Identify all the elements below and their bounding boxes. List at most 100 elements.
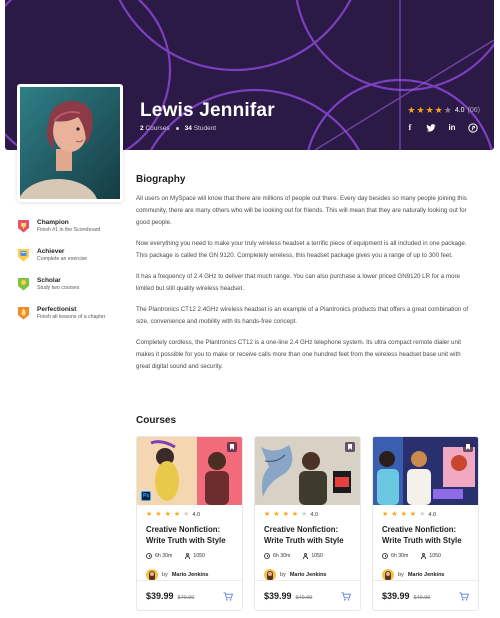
- linkedin-icon[interactable]: in: [447, 123, 457, 133]
- star-icon: ★: [164, 511, 171, 518]
- star-icon: ★: [416, 105, 425, 115]
- star-icon: ★: [173, 511, 181, 518]
- course-title[interactable]: Creative Nonfiction: Write Truth with St…: [264, 524, 352, 546]
- scholar-badge-icon: [18, 278, 29, 291]
- rating-stars: ★ ★ ★ ★ ★: [407, 106, 451, 115]
- star-icon: ★: [391, 511, 398, 518]
- students-count: 34: [184, 125, 192, 132]
- trophy-badge-icon: [18, 220, 29, 233]
- achievement-description: Finish all lessons of a chapter: [37, 314, 106, 320]
- star-icon: ★: [282, 511, 289, 518]
- old-price: $49.99: [177, 595, 195, 601]
- author-name[interactable]: Mario Jenkins: [290, 572, 327, 578]
- rating-value: 4.0: [454, 107, 465, 114]
- cart-icon[interactable]: [341, 592, 351, 601]
- course-meta: 6h 30m 1050: [264, 553, 360, 559]
- course-rating-value: 4.0: [310, 511, 319, 518]
- achievement-scholar: Scholar Study two courses: [17, 277, 127, 292]
- course-thumbnail[interactable]: [373, 437, 478, 505]
- course-duration: 6h 30m: [155, 553, 173, 559]
- course-title[interactable]: Creative Nonfiction: Write Truth with St…: [146, 524, 234, 546]
- cart-icon[interactable]: [459, 592, 469, 601]
- star-icon: ★: [155, 511, 162, 518]
- instructor-rating: ★ ★ ★ ★ ★ 4.0 (06): [407, 106, 480, 115]
- stats-separator: [175, 127, 179, 130]
- author-prefix: by: [162, 572, 168, 578]
- current-price: $39.99: [382, 591, 410, 601]
- course-card[interactable]: Ps ★ ★ ★ ★ ★ 4.0 Creative Nonfiction: Write …: [136, 436, 243, 611]
- star-icon: ★: [409, 511, 417, 518]
- course-card[interactable]: ★ ★ ★ ★ ★ 4.0 Creative Nonfiction: Write Tru…: [254, 436, 361, 611]
- biography-text: All users on MySpace will know that ther…: [136, 193, 471, 382]
- user-icon: [420, 553, 426, 559]
- clock-icon: [382, 553, 388, 559]
- star-icon: ★: [425, 105, 434, 115]
- star-icon: ★: [291, 511, 299, 518]
- achievements-list: Champion Finish #1 in the Scoreboard Ach…: [17, 219, 127, 335]
- course-price: $39.99 $49.99: [264, 591, 312, 601]
- course-rating: ★ ★ ★ ★ ★ 4.0: [264, 511, 360, 518]
- course-price: $39.99 $49.99: [382, 591, 430, 601]
- biography-paragraph: The Plantronics CT12 2.4GHz wireless hea…: [136, 306, 469, 325]
- achievement-description: Complete an exercise: [37, 256, 88, 262]
- course-rating-value: 4.0: [428, 511, 437, 518]
- achievement-description: Finish #1 in the Scoreboard: [37, 227, 101, 233]
- star-icon: ★: [382, 511, 389, 518]
- students-label: Student: [193, 125, 217, 132]
- course-rating-value: 4.0: [192, 511, 201, 518]
- achievement-achiever: Achiever Complete an exercise: [17, 248, 127, 263]
- current-price: $39.99: [146, 591, 174, 601]
- course-students: 1050: [311, 553, 323, 559]
- courses-label: Courses: [145, 125, 170, 132]
- achievement-perfectionist: Perfectionist Finish all lessons of a ch…: [17, 306, 127, 321]
- twitter-icon[interactable]: [426, 123, 436, 133]
- course-rating: ★ ★ ★ ★ ★ 4.0: [382, 511, 478, 518]
- course-title[interactable]: Creative Nonfiction: Write Truth with St…: [382, 524, 470, 546]
- biography-paragraph: Now everything you need to make your tru…: [136, 240, 467, 259]
- card-divider: [373, 580, 478, 581]
- author-prefix: by: [280, 572, 286, 578]
- star-icon: ★: [146, 511, 153, 518]
- biography-paragraph: Completely cordless, the Plantronics CT1…: [136, 339, 461, 370]
- achievement-description: Study two courses: [37, 285, 80, 291]
- achievement-title: Perfectionist: [37, 306, 77, 313]
- course-rating: ★ ★ ★ ★ ★ 4.0: [146, 511, 242, 518]
- author-name[interactable]: Mario Jenkins: [172, 572, 209, 578]
- instructor-stats: 2 Courses 34 Student: [140, 125, 216, 132]
- biography-heading: Biography: [136, 174, 186, 185]
- course-meta: 6h 30m 1050: [382, 553, 478, 559]
- course-price: $39.99 $49.99: [146, 591, 194, 601]
- bookmark-icon[interactable]: [463, 442, 473, 452]
- card-divider: [137, 580, 242, 581]
- avatar-photo: [20, 87, 120, 199]
- star-empty-icon: ★: [443, 105, 452, 115]
- star-empty-icon: ★: [301, 511, 308, 518]
- star-icon: ★: [407, 105, 416, 115]
- flame-badge-icon: [18, 307, 29, 320]
- rating-count: (06): [467, 107, 480, 114]
- instructor-avatar: [17, 84, 123, 202]
- card-divider: [255, 580, 360, 581]
- course-thumbnail[interactable]: [255, 437, 360, 505]
- course-thumbnail[interactable]: Ps: [137, 437, 242, 505]
- achievement-title: Scholar: [37, 277, 61, 284]
- current-price: $39.99: [264, 591, 292, 601]
- course-students: 1050: [193, 553, 205, 559]
- course-card[interactable]: ★ ★ ★ ★ ★ 4.0 Creative Nonfiction: Write Tru…: [372, 436, 479, 611]
- user-icon: [184, 553, 190, 559]
- old-price: $49.99: [295, 595, 313, 601]
- bookmark-icon[interactable]: [345, 442, 355, 452]
- star-empty-icon: ★: [183, 511, 190, 518]
- user-icon: [302, 553, 308, 559]
- author-name[interactable]: Mario Jenkins: [408, 572, 445, 578]
- bookmark-icon[interactable]: [227, 442, 237, 452]
- facebook-icon[interactable]: f: [405, 123, 415, 133]
- achievement-champion: Champion Finish #1 in the Scoreboard: [17, 219, 127, 234]
- courses-heading: Courses: [136, 415, 177, 426]
- course-duration: 6h 30m: [273, 553, 291, 559]
- course-students: 1050: [429, 553, 441, 559]
- social-links: f in: [405, 123, 478, 133]
- pinterest-icon[interactable]: [468, 123, 478, 133]
- cart-icon[interactable]: [223, 592, 233, 601]
- star-icon: ★: [434, 105, 443, 115]
